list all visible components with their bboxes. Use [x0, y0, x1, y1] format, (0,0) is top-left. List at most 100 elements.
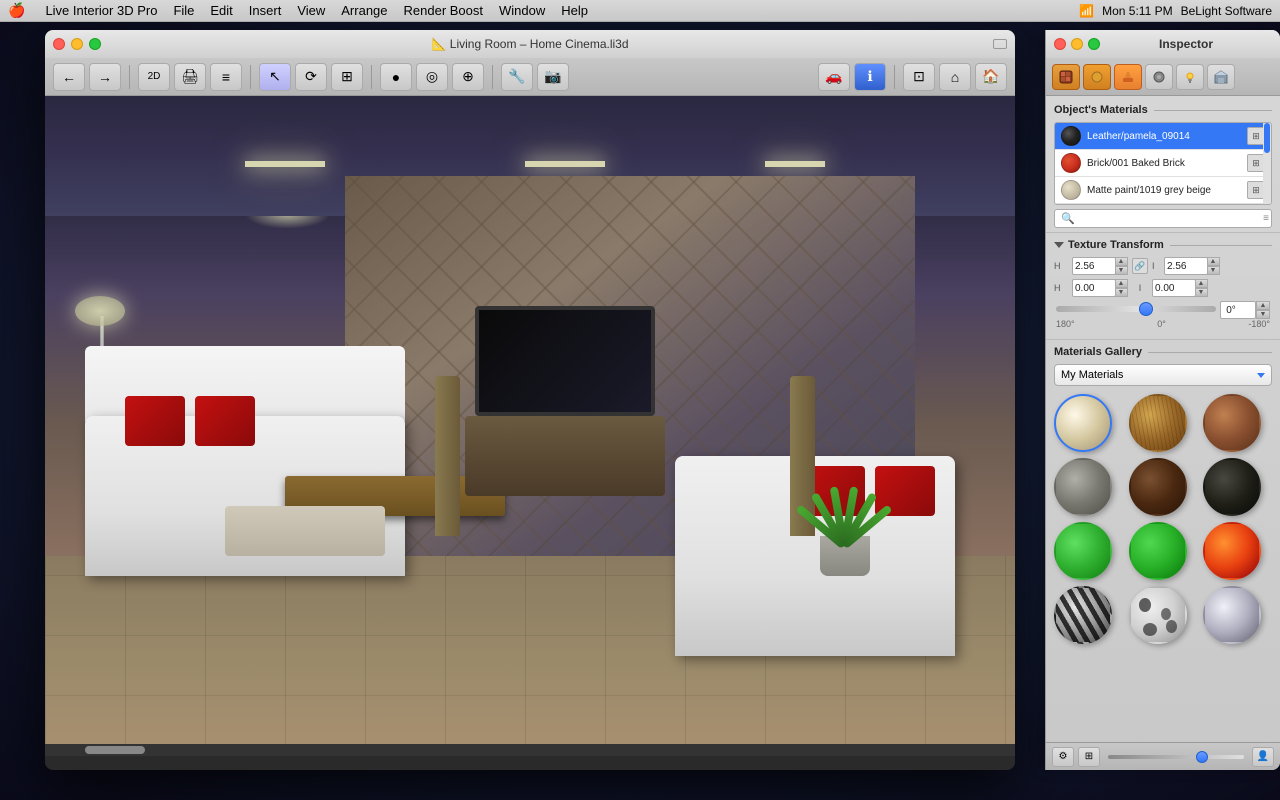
offset-y-input[interactable]: 0.00	[1152, 279, 1196, 297]
close-button[interactable]	[53, 38, 65, 50]
offset-y-down[interactable]: ▼	[1194, 288, 1208, 297]
rotation-slider-track[interactable]	[1056, 306, 1216, 312]
menu-window[interactable]: Window	[499, 3, 545, 18]
insp-tab-edit[interactable]	[1114, 64, 1142, 90]
toolbar-list-btn[interactable]: ≡	[210, 63, 242, 91]
toolbar-tool-btn[interactable]: 🔧	[501, 63, 533, 91]
gallery-item-zebra[interactable]	[1054, 586, 1112, 644]
texture-transform-header[interactable]: Texture Transform	[1054, 239, 1272, 251]
toolbar-camera-btn[interactable]: 📷	[537, 63, 569, 91]
menu-edit[interactable]: Edit	[210, 3, 232, 18]
gallery-item-stone[interactable]	[1054, 458, 1112, 516]
toolbar-ring-btn[interactable]: ◎	[416, 63, 448, 91]
scale-link[interactable]: 🔗	[1132, 258, 1148, 274]
toolbar-point-btn[interactable]: ●	[380, 63, 412, 91]
toolbar-rotate-btn[interactable]: ⟳	[295, 63, 327, 91]
gallery-dropdown[interactable]: My Materials	[1054, 364, 1272, 386]
inspector-view-btn[interactable]: 👤	[1252, 747, 1274, 767]
window-expand-button[interactable]	[993, 39, 1007, 49]
material-search-input[interactable]	[1079, 213, 1263, 224]
offset-x-input[interactable]: 0.00	[1072, 279, 1116, 297]
toolbar-select-btn[interactable]: ↖	[259, 63, 291, 91]
insp-tab-object[interactable]	[1083, 64, 1111, 90]
gallery-item-green2[interactable]	[1129, 522, 1187, 580]
menu-app[interactable]: Live Interior 3D Pro	[45, 3, 157, 18]
tv-unit	[465, 416, 665, 496]
menu-help[interactable]: Help	[561, 3, 588, 18]
apple-menu[interactable]: 🍎	[8, 2, 25, 19]
offset-x-down[interactable]: ▼	[1114, 288, 1128, 297]
menu-view[interactable]: View	[297, 3, 325, 18]
inspector-maximize[interactable]	[1088, 38, 1100, 50]
material-item-brick[interactable]: Brick/001 Baked Brick ⊞	[1055, 150, 1271, 177]
gallery-item-spots[interactable]	[1129, 586, 1187, 644]
inspector-zoom-slider[interactable]	[1108, 755, 1244, 759]
toolbar-car-btn[interactable]: 🚗	[818, 63, 850, 91]
insp-tab-texture[interactable]	[1145, 64, 1173, 90]
canvas-scrollbar[interactable]	[45, 744, 1015, 756]
rotation-input[interactable]: 0°	[1220, 301, 1256, 319]
material-item-leather[interactable]: Leather/pamela_09014 ⊞	[1055, 123, 1271, 150]
toolbar-forward-btn[interactable]: →	[89, 63, 121, 91]
canvas-area[interactable]	[45, 96, 1015, 756]
scale-x-down[interactable]: ▼	[1114, 266, 1128, 275]
toolbar-info-btn[interactable]: ℹ	[854, 63, 886, 91]
toolbar-target-btn[interactable]: ⊕	[452, 63, 484, 91]
rotation-container: 0° ▲ ▼ 180° 0° -180°	[1054, 301, 1272, 329]
rotation-slider-thumb[interactable]	[1139, 302, 1153, 316]
gallery-item-brick2[interactable]	[1203, 394, 1261, 452]
toolbar-view3-btn[interactable]: 🏠	[975, 63, 1007, 91]
toolbar-multiselect-btn[interactable]: ⊞	[331, 63, 363, 91]
scale-y-up[interactable]: ▲	[1206, 257, 1220, 266]
toolbar-view2-btn[interactable]: ⌂	[939, 63, 971, 91]
main-toolbar: ← → 2D 🖨 ≡ ↖ ⟳ ⊞ ● ◎ ⊕ 🔧 📷 🚗 ℹ ⊡ ⌂ 🏠	[45, 58, 1015, 96]
gallery-item-metal[interactable]	[1203, 586, 1261, 644]
gallery-item-walnut[interactable]	[1129, 458, 1187, 516]
offset-x-up[interactable]: ▲	[1114, 279, 1128, 288]
toolbar-back-btn[interactable]: ←	[53, 63, 85, 91]
menu-file[interactable]: File	[173, 3, 194, 18]
minimize-button[interactable]	[71, 38, 83, 50]
rotation-up[interactable]: ▲	[1256, 301, 1270, 310]
scale-x-input[interactable]: 2.56	[1072, 257, 1116, 275]
material-item-matte[interactable]: Matte paint/1019 grey beige ⊞	[1055, 177, 1271, 204]
material-scroll-thumb[interactable]	[1264, 123, 1270, 153]
toolbar-print-btn[interactable]: 🖨	[174, 63, 206, 91]
inspector-grid-btn[interactable]: ⊞	[1078, 747, 1100, 767]
menu-insert[interactable]: Insert	[249, 3, 282, 18]
maximize-button[interactable]	[89, 38, 101, 50]
rotation-stepper: ▲ ▼	[1256, 301, 1270, 319]
objects-materials-header: Object's Materials	[1054, 104, 1272, 116]
scale-y-input[interactable]: 2.56	[1164, 257, 1208, 275]
material-scrollbar[interactable]	[1263, 123, 1271, 204]
gallery-item-green1[interactable]	[1054, 522, 1112, 580]
scale-y-down[interactable]: ▼	[1206, 266, 1220, 275]
list-options-btn[interactable]: ≡	[1263, 213, 1269, 224]
scale-x-up[interactable]: ▲	[1114, 257, 1128, 266]
insp-tab-light[interactable]	[1176, 64, 1204, 90]
toolbar-2d-btn[interactable]: 2D	[138, 63, 170, 91]
inspector-zoom-thumb[interactable]	[1196, 751, 1208, 763]
insp-tab-materials[interactable]	[1052, 64, 1080, 90]
light-icon	[1183, 70, 1197, 84]
3d-scene	[45, 96, 1015, 756]
scale-y-field: 2.56 ▲ ▼	[1164, 257, 1220, 275]
inspector-panel: Inspector	[1045, 30, 1280, 770]
gallery-item-cream[interactable]	[1054, 394, 1112, 452]
inspector-minimize[interactable]	[1071, 38, 1083, 50]
gallery-item-dark[interactable]	[1203, 458, 1261, 516]
scrollbar-thumb[interactable]	[85, 746, 145, 754]
gallery-item-wood1[interactable]	[1129, 394, 1187, 452]
inspector-controls	[1054, 38, 1100, 50]
inspector-title: Inspector	[1100, 37, 1272, 51]
offset-y-up[interactable]: ▲	[1194, 279, 1208, 288]
toolbar-view1-btn[interactable]: ⊡	[903, 63, 935, 91]
insp-tab-room[interactable]	[1207, 64, 1235, 90]
menu-arrange[interactable]: Arrange	[341, 3, 387, 18]
inspector-close[interactable]	[1054, 38, 1066, 50]
rotation-down[interactable]: ▼	[1256, 310, 1270, 319]
gallery-item-fire[interactable]	[1203, 522, 1261, 580]
material-search-bar: 🔍 ≡	[1054, 209, 1272, 228]
inspector-settings-btn[interactable]: ⚙	[1052, 747, 1074, 767]
menu-render[interactable]: Render Boost	[404, 3, 484, 18]
